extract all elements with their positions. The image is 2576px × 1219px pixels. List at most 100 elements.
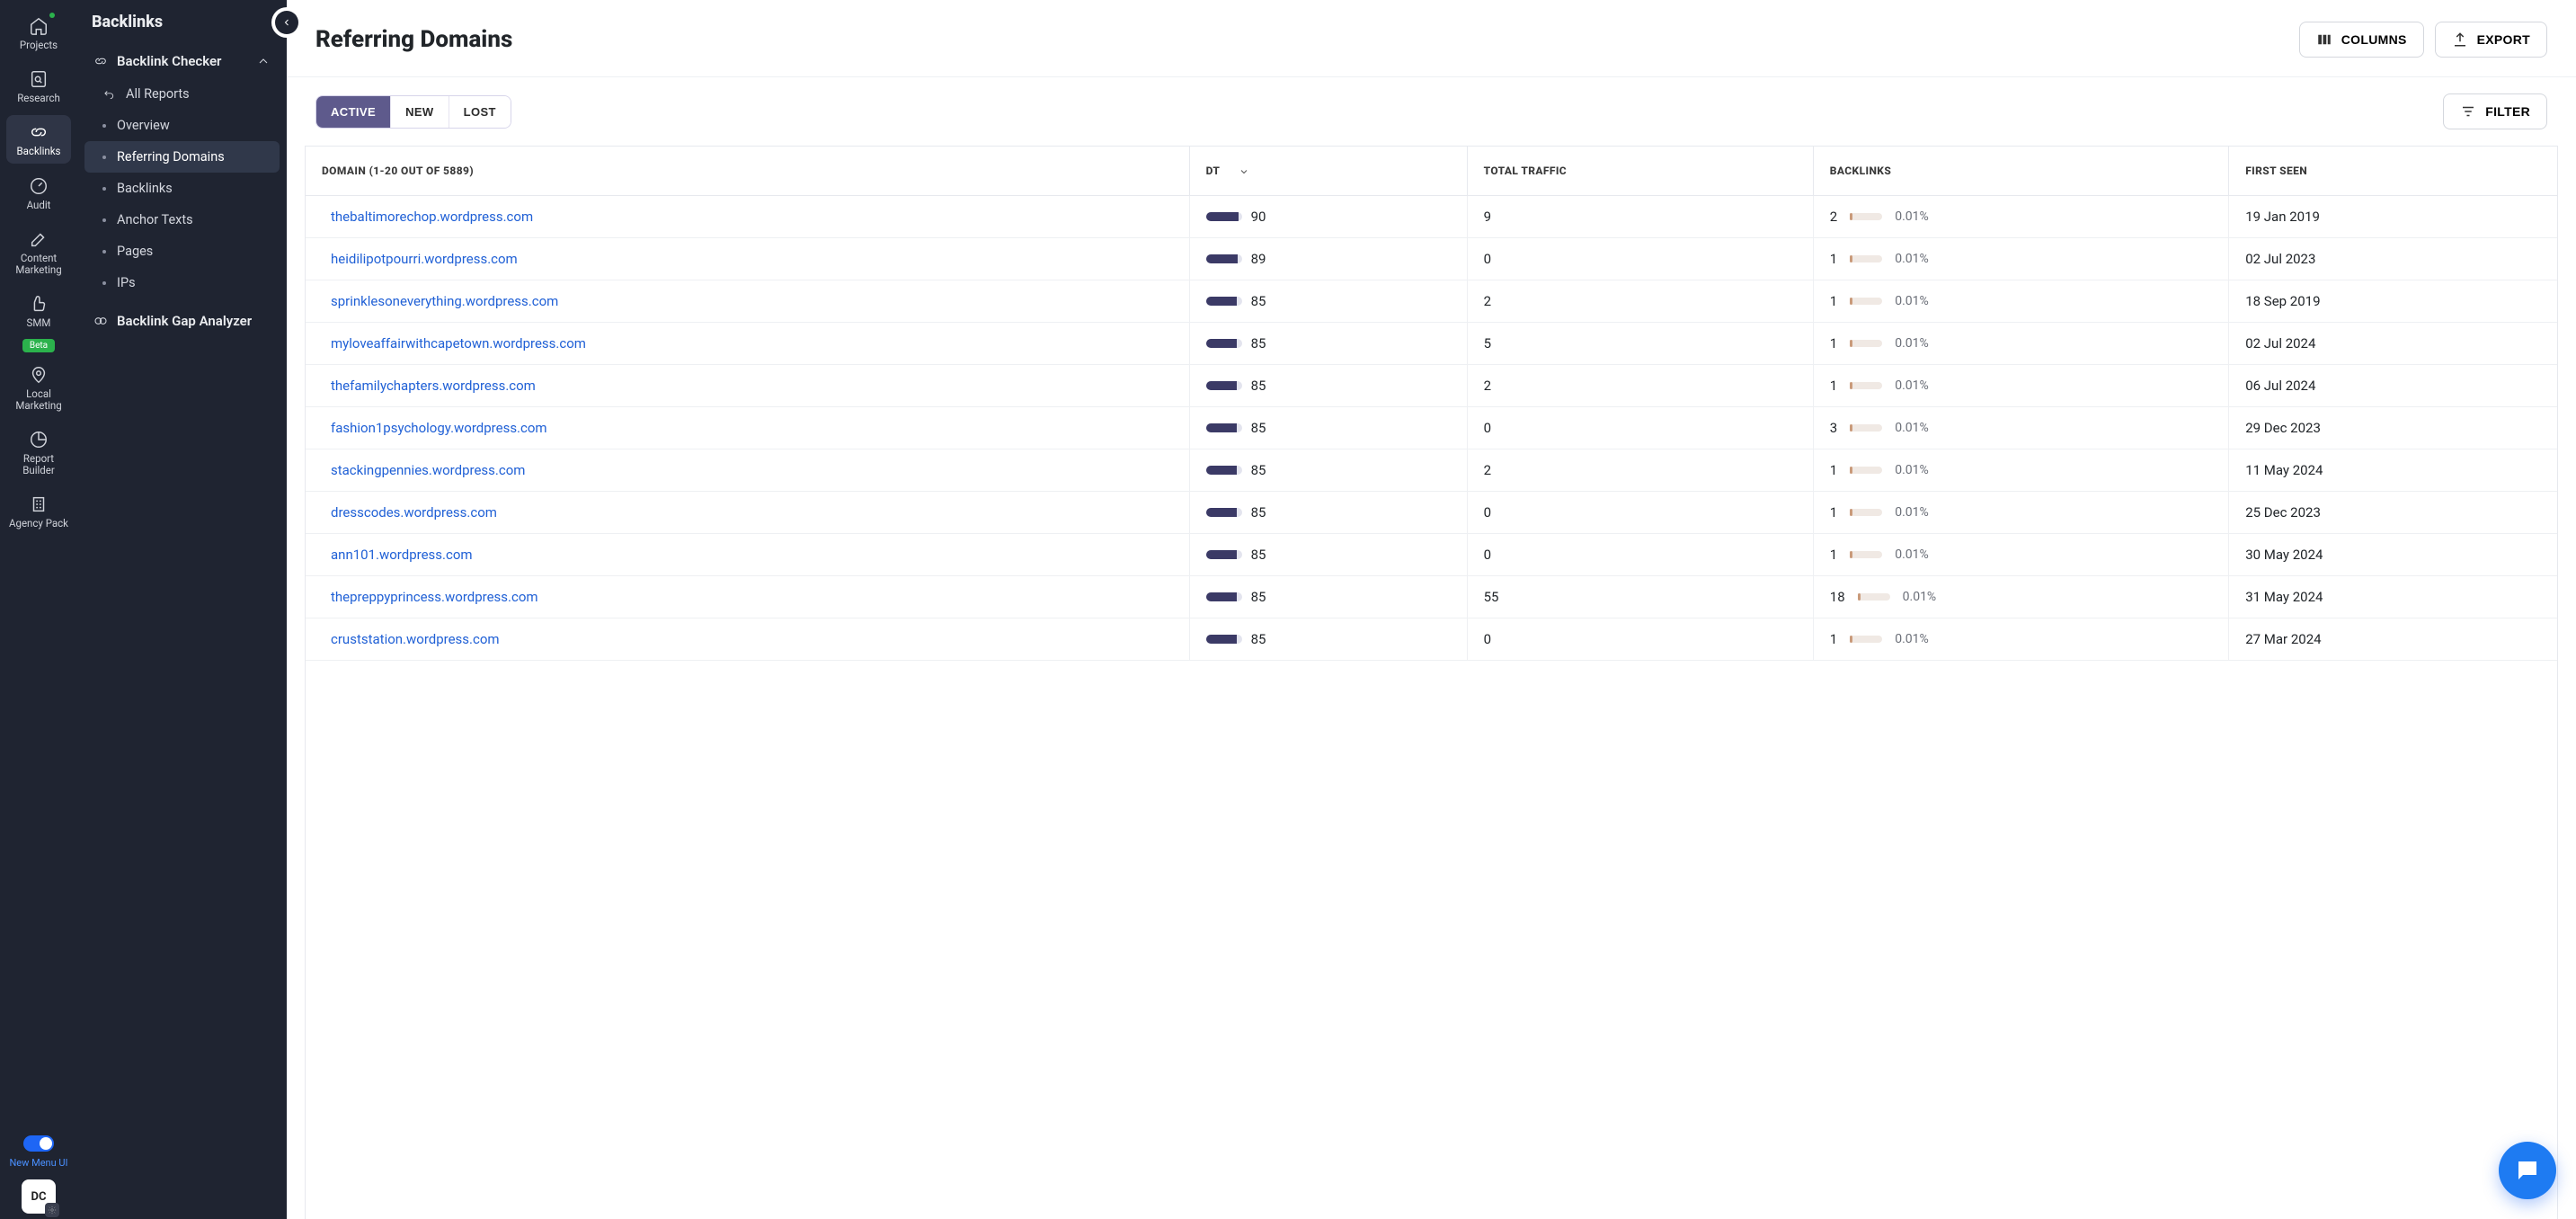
dt-bar: [1206, 635, 1242, 644]
col-dt[interactable]: DT: [1189, 147, 1467, 196]
dt-bar: [1206, 339, 1242, 348]
backlinks-pct: 0.01%: [1895, 294, 1929, 308]
rail-research[interactable]: Research: [6, 62, 71, 110]
rail-audit[interactable]: Audit: [6, 169, 71, 217]
sidebar-item-overview[interactable]: Overview: [84, 110, 280, 141]
rail-label: Research: [17, 93, 60, 104]
cell-backlinks: 10.01%: [1813, 323, 2228, 365]
backlinks-bar: [1850, 298, 1882, 305]
backlinks-pct: 0.01%: [1895, 209, 1929, 224]
export-button[interactable]: EXPORT: [2435, 22, 2547, 58]
menu-toggle[interactable]: [23, 1135, 54, 1152]
sort-desc-icon: [1239, 166, 1249, 177]
table-row: thepreppyprincess.wordpress.com8555180.0…: [306, 576, 2557, 618]
backlinks-value: 1: [1830, 335, 1837, 351]
backlinks-bar: [1850, 213, 1882, 220]
rail-label: Audit: [27, 200, 51, 211]
col-domain[interactable]: DOMAIN (1-20 OUT OF 5889): [306, 147, 1189, 196]
domain-link[interactable]: ann101.wordpress.com: [331, 547, 473, 563]
backlinks-value: 2: [1830, 209, 1837, 225]
cell-dt: 85: [1189, 280, 1467, 323]
cell-first-seen: 31 May 2024: [2229, 576, 2557, 618]
rail-backlinks[interactable]: Backlinks: [6, 115, 71, 163]
sidebar-item-referring-domains[interactable]: Referring Domains: [84, 141, 280, 173]
upload-icon: [2452, 31, 2468, 48]
backlinks-bar: [1850, 255, 1882, 262]
rail-report-builder[interactable]: Report Builder: [6, 423, 71, 482]
tab-new[interactable]: NEW: [390, 96, 449, 128]
cell-backlinks: 30.01%: [1813, 407, 2228, 449]
cell-dt: 85: [1189, 323, 1467, 365]
domain-link[interactable]: fashion1psychology.wordpress.com: [331, 420, 547, 436]
backlinks-bar: [1850, 509, 1882, 516]
col-backlinks[interactable]: BACKLINKS: [1813, 147, 2228, 196]
col-first-seen[interactable]: FIRST SEEN: [2229, 147, 2557, 196]
col-traffic[interactable]: TOTAL TRAFFIC: [1467, 147, 1813, 196]
filter-button[interactable]: FILTER: [2443, 93, 2547, 129]
sidebar-collapse-button[interactable]: [275, 11, 298, 34]
rail-label: Content Marketing: [6, 253, 71, 276]
backlinks-value: 1: [1830, 504, 1837, 521]
domain-link[interactable]: dresscodes.wordpress.com: [331, 504, 497, 521]
sidebar-item-pages[interactable]: Pages: [84, 236, 280, 267]
rail-content-marketing[interactable]: Content Marketing: [6, 222, 71, 281]
cell-dt: 85: [1189, 492, 1467, 534]
dt-value: 85: [1251, 293, 1266, 309]
rail-projects[interactable]: Projects: [6, 9, 71, 57]
domain-link[interactable]: sprinklesoneverything.wordpress.com: [331, 293, 558, 309]
cell-backlinks: 10.01%: [1813, 238, 2228, 280]
domain-link[interactable]: thefamilychapters.wordpress.com: [331, 378, 536, 394]
cell-backlinks: 180.01%: [1813, 576, 2228, 618]
col-domain-label: DOMAIN (1-20 OUT OF 5889): [322, 165, 474, 177]
cell-backlinks: 10.01%: [1813, 449, 2228, 492]
tab-active[interactable]: ACTIVE: [316, 96, 390, 128]
bullet-icon: [102, 156, 106, 159]
rail-label: SMM: [27, 317, 51, 329]
sidebar-item-backlinks[interactable]: Backlinks: [84, 173, 280, 204]
table-row: cruststation.wordpress.com85010.01%27 Ma…: [306, 618, 2557, 661]
cell-first-seen: 11 May 2024: [2229, 449, 2557, 492]
domain-link[interactable]: stackingpennies.wordpress.com: [331, 462, 525, 478]
sidebar-item-anchor-texts[interactable]: Anchor Texts: [84, 204, 280, 236]
domain-link[interactable]: thebaltimorechop.wordpress.com: [331, 209, 533, 225]
dt-bar: [1206, 381, 1242, 390]
user-avatar[interactable]: DC: [22, 1179, 56, 1214]
export-button-label: EXPORT: [2477, 32, 2530, 47]
dt-value: 85: [1251, 420, 1266, 436]
rail-label: Report Builder: [6, 453, 71, 476]
sidebar-item-ips[interactable]: IPs: [84, 267, 280, 298]
sidebar-group-gap-analyzer[interactable]: Backlink Gap Analyzer: [84, 304, 280, 338]
tab-lost[interactable]: LOST: [449, 96, 511, 128]
rail-local-marketing[interactable]: Local Marketing: [6, 358, 71, 417]
columns-button[interactable]: COLUMNS: [2299, 22, 2424, 58]
main-content: Referring Domains COLUMNS EXPORT ACTIVE …: [287, 0, 2576, 1219]
col-traffic-label: TOTAL TRAFFIC: [1484, 165, 1567, 177]
avatar-settings[interactable]: [45, 1203, 59, 1217]
cell-domain: fashion1psychology.wordpress.com: [306, 407, 1189, 449]
dt-bar: [1206, 423, 1242, 432]
cell-backlinks: 1 0.01%: [1813, 492, 2228, 534]
cell-first-seen: 25 Dec 2023: [2229, 492, 2557, 534]
sidebar-item-label: Pages: [117, 244, 153, 259]
backlinks-bar: [1858, 593, 1890, 601]
domain-link[interactable]: heidilipotpourri.wordpress.com: [331, 251, 518, 267]
sidebar-group-backlink-checker[interactable]: Backlink Checker: [84, 44, 280, 78]
sidebar-item-all-reports[interactable]: All Reports: [84, 78, 280, 110]
backlinks-value: 1: [1830, 631, 1837, 647]
beta-badge: Beta: [22, 339, 55, 352]
backlinks-pct: 0.01%: [1895, 632, 1929, 646]
chat-button[interactable]: [2499, 1142, 2556, 1199]
backlinks-pct: 0.01%: [1895, 421, 1929, 435]
rail-smm[interactable]: SMM: [6, 287, 71, 334]
domain-link[interactable]: cruststation.wordpress.com: [331, 631, 500, 647]
compare-icon: [93, 314, 108, 328]
cell-traffic: 5: [1467, 323, 1813, 365]
cell-first-seen: 02 Jul 2024: [2229, 323, 2557, 365]
domain-link[interactable]: thepreppyprincess.wordpress.com: [331, 589, 538, 605]
rail-agency-pack[interactable]: Agency Pack: [6, 487, 71, 535]
cell-dt: 90: [1189, 196, 1467, 238]
backlinks-bar: [1850, 551, 1882, 558]
backlinks-pct: 0.01%: [1895, 505, 1929, 520]
domain-link[interactable]: myloveaffairwithcapetown.wordpress.com: [331, 335, 586, 351]
building-icon: [29, 494, 49, 514]
